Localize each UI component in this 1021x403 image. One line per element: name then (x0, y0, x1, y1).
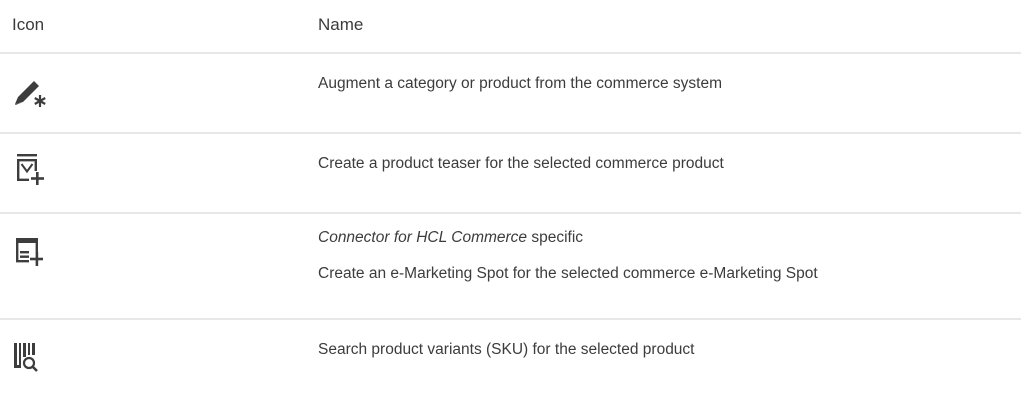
row-description: Search product variants (SKU) for the se… (318, 341, 695, 358)
augment-pencil-icon (12, 74, 48, 110)
row-note-italic: Connector for HCL Commerce (318, 229, 528, 246)
table-header-row: Icon Name (0, 0, 1021, 54)
emarketing-spot-add-icon (12, 234, 48, 270)
name-cell: Search product variants (SKU) for the se… (318, 320, 1021, 361)
name-cell: Connector for HCL Commerce specific Crea… (318, 214, 1021, 285)
table-row: Connector for HCL Commerce specific Crea… (0, 214, 1021, 320)
name-cell: Create a product teaser for the selected… (318, 134, 1021, 175)
icon-cell (0, 54, 318, 115)
header-icon-column: Icon (12, 15, 45, 34)
row-note-rest: specific (527, 229, 584, 246)
icon-cell (0, 134, 318, 193)
icon-cell (0, 214, 318, 275)
table-row: Augment a category or product from the c… (0, 54, 1021, 134)
name-cell: Augment a category or product from the c… (318, 54, 1021, 95)
row-note: Connector for HCL Commerce specific (318, 227, 1009, 249)
row-description: Create a product teaser for the selected… (318, 155, 724, 172)
row-description: Augment a category or product from the c… (318, 75, 723, 92)
barcode-search-icon (12, 340, 48, 376)
row-description: Create an e-Marketing Spot for the selec… (318, 265, 818, 282)
table-row: Search product variants (SKU) for the se… (0, 320, 1021, 400)
header-name-column: Name (318, 15, 364, 34)
icon-cell (0, 320, 318, 381)
product-teaser-add-icon (12, 152, 48, 188)
icon-table: Icon Name Augment a category or product … (0, 0, 1021, 400)
table-row: Create a product teaser for the selected… (0, 134, 1021, 214)
